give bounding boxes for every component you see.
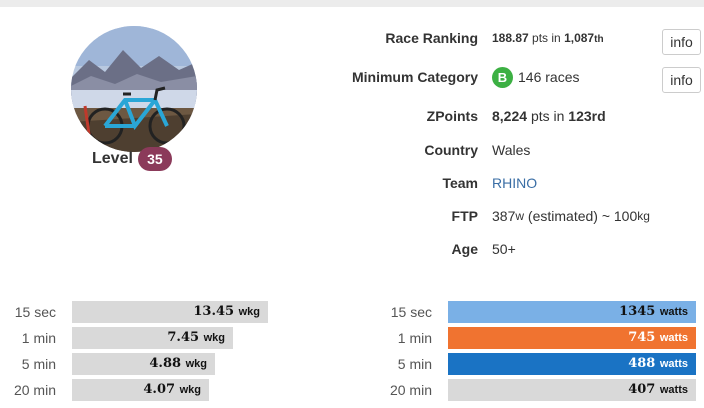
watts-bar-row: 5 min 488 watts: [372, 353, 696, 375]
ftp-watts: 387: [492, 208, 516, 224]
wkg-bar-label: 1 min: [21, 330, 56, 346]
top-strip: [0, 0, 704, 7]
avatar: [71, 26, 197, 152]
wkg-bar-value: 7.45 wkg: [167, 330, 225, 345]
ftp-value: 387 w (estimated) ~ 100 kg: [492, 208, 650, 224]
wkg-bar-value: 13.45 wkg: [193, 304, 260, 319]
minimum-category-row: Minimum Category B 146 races: [300, 65, 700, 89]
avatar-photo: [71, 26, 197, 152]
wkg-bar-value: 4.88 wkg: [149, 356, 207, 371]
race-ranking-label: Race Ranking: [385, 30, 478, 46]
category-badge: B: [492, 66, 513, 88]
wkg-bar-row: 15 sec 13.45 wkg: [0, 301, 268, 323]
watts-bar-row: 1 min 745 watts: [372, 327, 696, 349]
race-ranking-row: Race Ranking 188.87 pts in 1,087 th: [300, 26, 700, 50]
watts-bar-row: 15 sec 1345 watts: [372, 301, 696, 323]
country-row: Country Wales: [300, 138, 700, 162]
zpoints-label: ZPoints: [426, 108, 478, 124]
wkg-bar-row: 5 min 4.88 wkg: [0, 353, 268, 375]
minimum-category-info-button[interactable]: info: [662, 67, 701, 93]
race-ranking-value: 188.87 pts in 1,087 th: [492, 31, 604, 45]
ftp-estimated: (estimated) ~ 100: [524, 208, 638, 224]
race-ranking-suffix: th: [594, 33, 604, 45]
watts-bar-label: 5 min: [397, 356, 432, 372]
ftp-label: FTP: [451, 208, 478, 224]
zpoints-rank: 123rd: [568, 108, 606, 124]
wkg-bar-label: 15 sec: [14, 304, 56, 320]
zpoints-value: 8,224 pts in 123rd: [492, 108, 606, 124]
watts-bar-label: 20 min: [389, 382, 432, 398]
age-value: 50+: [492, 241, 516, 257]
ftp-w-unit: w: [515, 209, 525, 223]
zpoints-points: 8,224: [492, 108, 528, 124]
level-badge: 35: [137, 147, 172, 171]
race-ranking-points: 188.87: [492, 31, 529, 45]
minimum-category-value: B 146 races: [492, 66, 580, 88]
team-link[interactable]: RHINO: [492, 175, 537, 191]
wkg-bar-row: 1 min 7.45 wkg: [0, 327, 268, 349]
wkg-bar-row: 20 min 4.07 wkg: [0, 379, 268, 401]
country-label: Country: [424, 142, 478, 158]
watts-bar-value: 745 watts: [628, 330, 688, 345]
watts-bar-value: 1345 watts: [619, 304, 688, 319]
wkg-bar-label: 5 min: [21, 356, 56, 372]
age-label: Age: [451, 241, 478, 257]
age-row: Age 50+: [300, 237, 700, 261]
race-ranking-pts-in: pts in: [532, 31, 561, 45]
watts-bar-row: 20 min 407 watts: [372, 379, 696, 401]
minimum-category-label: Minimum Category: [351, 69, 478, 85]
country-value: Wales: [492, 142, 531, 158]
race-ranking-info-button[interactable]: info: [662, 29, 701, 55]
level-label: Level: [92, 150, 133, 167]
team-label: Team: [442, 175, 478, 191]
watts-bar-label: 1 min: [397, 330, 432, 346]
level-indicator: Level 35: [92, 147, 172, 171]
ftp-row: FTP 387 w (estimated) ~ 100 kg: [300, 204, 700, 228]
category-races: 146 races: [518, 69, 580, 85]
wkg-bar-value: 4.07 wkg: [143, 382, 201, 397]
zpoints-pts-in: pts in: [530, 108, 565, 124]
race-ranking-rank: 1,087: [564, 31, 595, 45]
team-row: Team RHINO: [300, 171, 700, 195]
watts-bar-value: 407 watts: [628, 382, 688, 397]
watts-bar-label: 15 sec: [390, 304, 432, 320]
wkg-bar-label: 20 min: [13, 382, 56, 398]
watts-bar-value: 488 watts: [628, 356, 688, 371]
ftp-kg-unit: kg: [637, 209, 650, 223]
zpoints-row: ZPoints 8,224 pts in 123rd: [300, 104, 700, 128]
